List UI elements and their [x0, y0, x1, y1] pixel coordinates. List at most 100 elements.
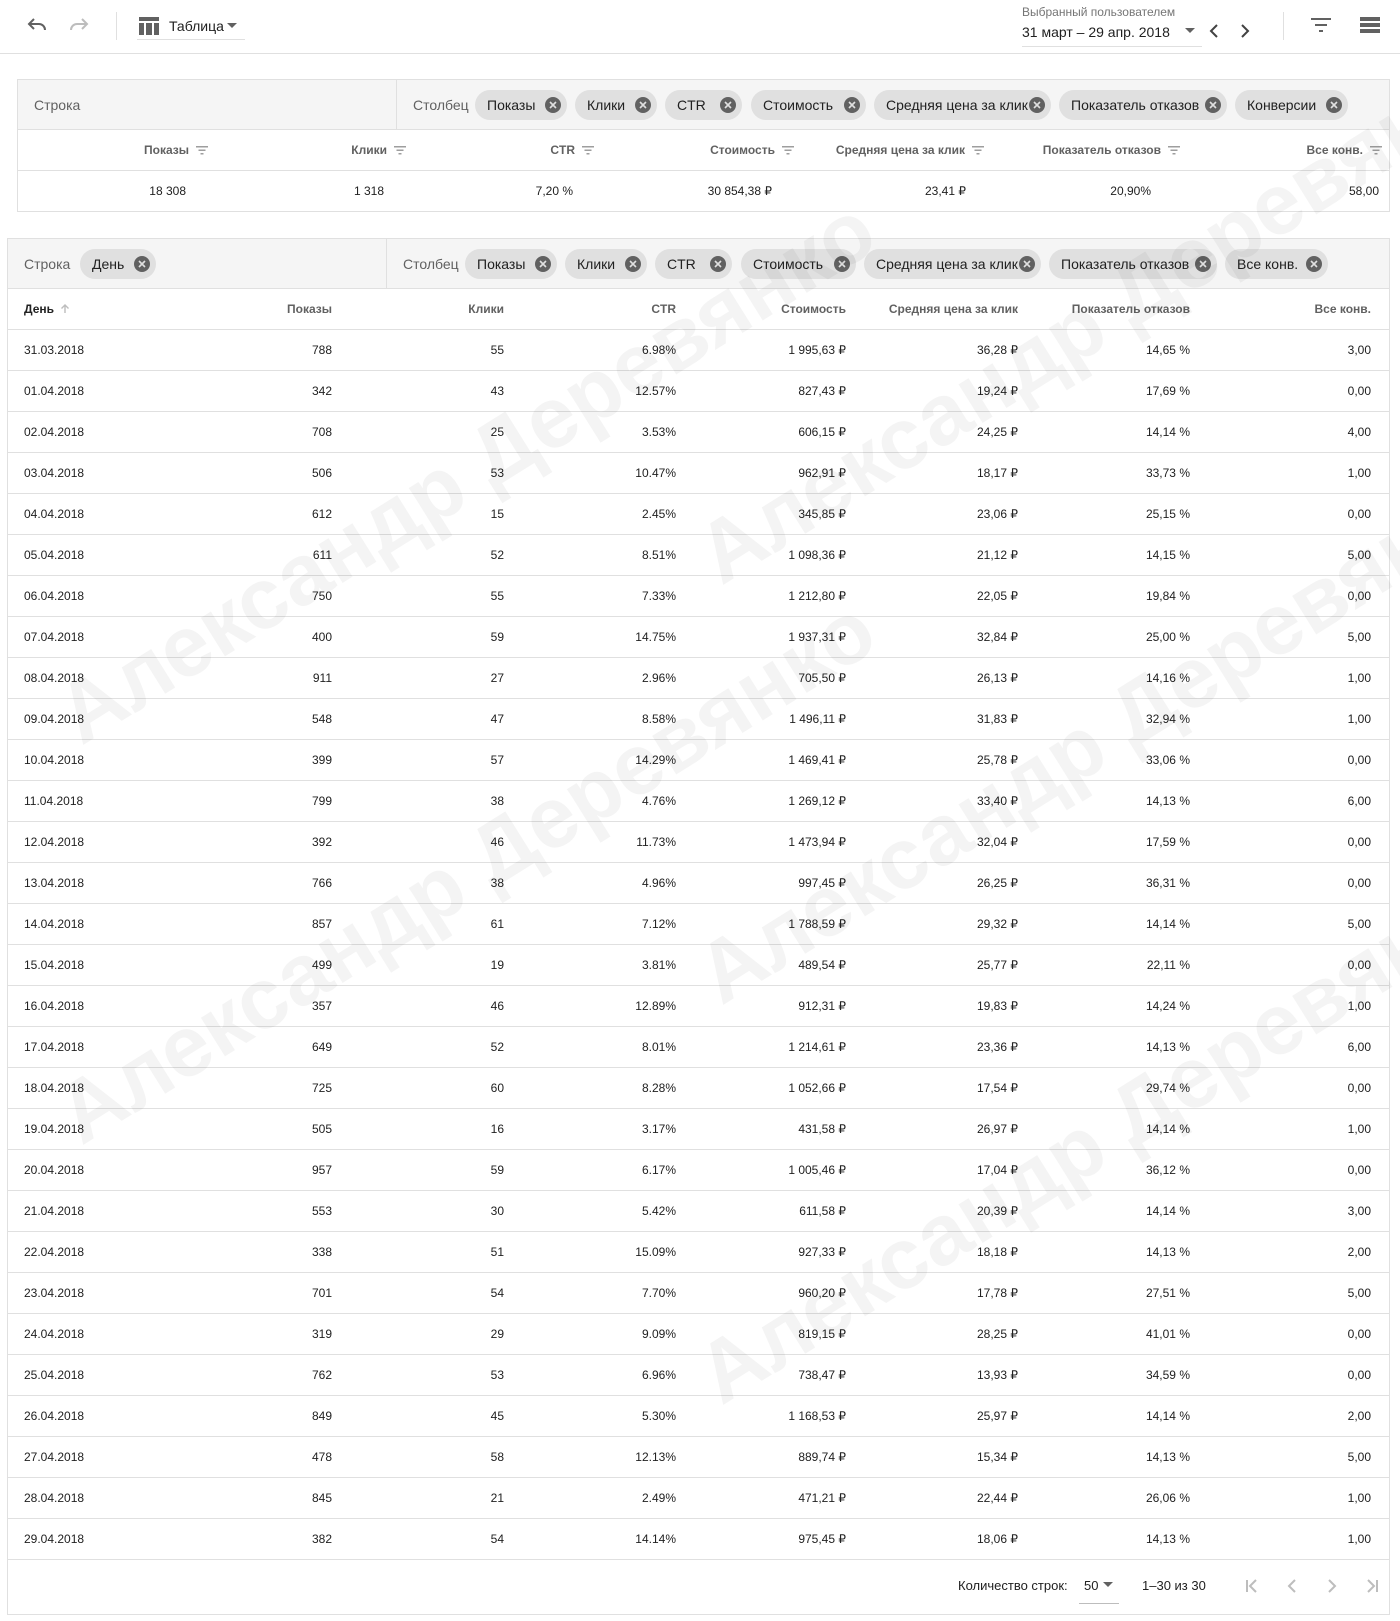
column-header-ctr[interactable]: CTR: [518, 289, 676, 329]
remove-chip-icon[interactable]: [844, 97, 860, 113]
summary-header-cost[interactable]: Стоимость: [638, 130, 794, 170]
cell-all-conversions: 0,00: [1347, 1327, 1371, 1341]
cell-cost: 1 469,41 ₽: [788, 753, 846, 767]
remove-chip-icon[interactable]: [134, 256, 150, 272]
table-row: 26.04.2018 849 45 5.30% 1 168,53 ₽ 25,97 ₽ 14,…: [8, 1395, 1389, 1436]
cell-clicks: 52: [490, 548, 504, 562]
column-header-avg-cpc[interactable]: Средняя цена за клик: [858, 289, 1018, 329]
table-body: 31.03.2018 788 55 6.98% 1 995,63 ₽ 36,28 ₽ 14,…: [8, 329, 1389, 1559]
cell-day: 25.04.2018: [24, 1368, 85, 1382]
chip-conversions[interactable]: Конверсии: [1235, 90, 1348, 120]
cell-clicks: 38: [490, 876, 504, 890]
remove-chip-icon[interactable]: [834, 256, 850, 272]
remove-chip-icon[interactable]: [635, 97, 651, 113]
next-page-button[interactable]: [1320, 1574, 1344, 1598]
chip-ctr[interactable]: CTR: [665, 90, 742, 120]
layout-button[interactable]: [1355, 12, 1385, 38]
chip-cost[interactable]: Стоимость: [741, 249, 856, 279]
remove-chip-icon[interactable]: [710, 256, 726, 272]
cell-bounce-rate: 14,14 %: [1145, 917, 1190, 931]
cell-clicks: 46: [490, 999, 504, 1013]
remove-chip-icon[interactable]: [1029, 97, 1045, 113]
cell-all-conversions: 3,00: [1347, 343, 1371, 357]
column-header-cost[interactable]: Стоимость: [688, 289, 846, 329]
remove-chip-icon[interactable]: [535, 256, 551, 272]
cell-avg-cpc: 24,25 ₽: [977, 425, 1018, 439]
chip-ctr[interactable]: CTR: [655, 249, 732, 279]
cell-day: 09.04.2018: [24, 712, 85, 726]
cell-day: 24.04.2018: [24, 1327, 85, 1341]
remove-chip-icon[interactable]: [1019, 256, 1035, 272]
cell-ctr: 7.33%: [641, 589, 676, 603]
chip-avg-cpc[interactable]: Средняя цена за клик: [874, 90, 1051, 120]
rows-per-page-select[interactable]: 50: [1079, 1568, 1119, 1604]
summary-header-avg-cpc[interactable]: Средняя цена за клик: [818, 130, 984, 170]
chip-clicks[interactable]: Клики: [565, 249, 647, 279]
cell-ctr: 14.14%: [635, 1532, 676, 1546]
cell-impressions: 611: [312, 548, 332, 562]
cell-day: 21.04.2018: [24, 1204, 85, 1218]
date-range-picker[interactable]: Выбранный пользователем 31 март – 29 апр…: [1022, 5, 1202, 47]
remove-chip-icon[interactable]: [545, 97, 561, 113]
remove-chip-icon[interactable]: [1326, 97, 1342, 113]
chip-impressions[interactable]: Показы: [475, 90, 567, 120]
previous-page-button[interactable]: [1280, 1574, 1304, 1598]
cell-impressions: 338: [311, 1245, 332, 1259]
summary-header-bounce-rate[interactable]: Показатель отказов: [1008, 130, 1180, 170]
table-row: 21.04.2018 553 30 5.42% 611,58 ₽ 20,39 ₽ 14,14…: [8, 1190, 1389, 1231]
prev-period-button[interactable]: [1199, 18, 1229, 44]
undo-button[interactable]: [22, 12, 52, 38]
cell-impressions: 506: [311, 466, 332, 480]
remove-chip-icon[interactable]: [1205, 97, 1221, 113]
row-dimension-label: Строка: [24, 256, 71, 272]
redo-button[interactable]: [64, 12, 94, 38]
cell-day: 10.04.2018: [24, 753, 85, 767]
cell-day: 06.04.2018: [24, 589, 85, 603]
cell-cost: 489,54 ₽: [798, 958, 846, 972]
table-icon: [139, 17, 159, 35]
header-label: Средняя цена за клик: [835, 143, 965, 157]
cell-impressions: 478: [311, 1450, 332, 1464]
column-header-bounce-rate[interactable]: Показатель отказов: [1028, 289, 1190, 329]
chip-cost[interactable]: Стоимость: [751, 90, 866, 120]
column-header-impressions[interactable]: Показы: [178, 289, 332, 329]
cell-day: 22.04.2018: [24, 1245, 85, 1259]
cell-cost: 738,47 ₽: [798, 1368, 846, 1382]
summary-header-all-conversions[interactable]: Все конв.: [1218, 130, 1382, 170]
filter-button[interactable]: [1306, 12, 1336, 38]
column-header-day[interactable]: День: [24, 289, 144, 329]
view-select-label: Таблица: [169, 17, 224, 34]
summary-header-ctr[interactable]: CTR: [448, 130, 594, 170]
summary-header-clicks[interactable]: Клики: [258, 130, 406, 170]
summary-header-impressions[interactable]: Показы: [58, 130, 208, 170]
header-label: Клики: [351, 143, 387, 157]
chip-all-conversions[interactable]: Все конв.: [1225, 249, 1328, 279]
cell-avg-cpc: 25,77 ₽: [977, 958, 1018, 972]
column-header-all-conversions[interactable]: Все конв.: [1208, 289, 1371, 329]
chip-day[interactable]: День: [80, 249, 156, 279]
remove-chip-icon[interactable]: [1306, 256, 1322, 272]
chip-avg-cpc[interactable]: Средняя цена за клик: [864, 249, 1041, 279]
chip-bounce-rate[interactable]: Показатель отказов: [1049, 249, 1217, 279]
chip-bounce-rate[interactable]: Показатель отказов: [1059, 90, 1227, 120]
sort-filter-icon: [972, 145, 984, 154]
summary-value-avg-cpc: 23,41 ₽: [925, 184, 966, 198]
remove-chip-icon[interactable]: [720, 97, 736, 113]
cell-clicks: 47: [490, 712, 504, 726]
chip-impressions[interactable]: Показы: [465, 249, 557, 279]
cell-impressions: 788: [311, 343, 332, 357]
chip-clicks[interactable]: Клики: [575, 90, 657, 120]
remove-chip-icon[interactable]: [1195, 256, 1211, 272]
remove-chip-icon[interactable]: [625, 256, 641, 272]
last-page-button[interactable]: [1360, 1574, 1384, 1598]
summary-value-all-conversions: 58,00: [1348, 184, 1379, 198]
first-page-button[interactable]: [1240, 1574, 1264, 1598]
next-period-button[interactable]: [1230, 18, 1260, 44]
column-dimension-label: Столбец: [413, 97, 469, 113]
cell-impressions: 357: [311, 999, 332, 1013]
cell-ctr: 3.81%: [641, 958, 676, 972]
view-select[interactable]: Таблица: [137, 12, 245, 40]
cell-all-conversions: 0,00: [1347, 384, 1371, 398]
column-header-clicks[interactable]: Клики: [348, 289, 504, 329]
cell-day: 01.04.2018: [24, 384, 85, 398]
